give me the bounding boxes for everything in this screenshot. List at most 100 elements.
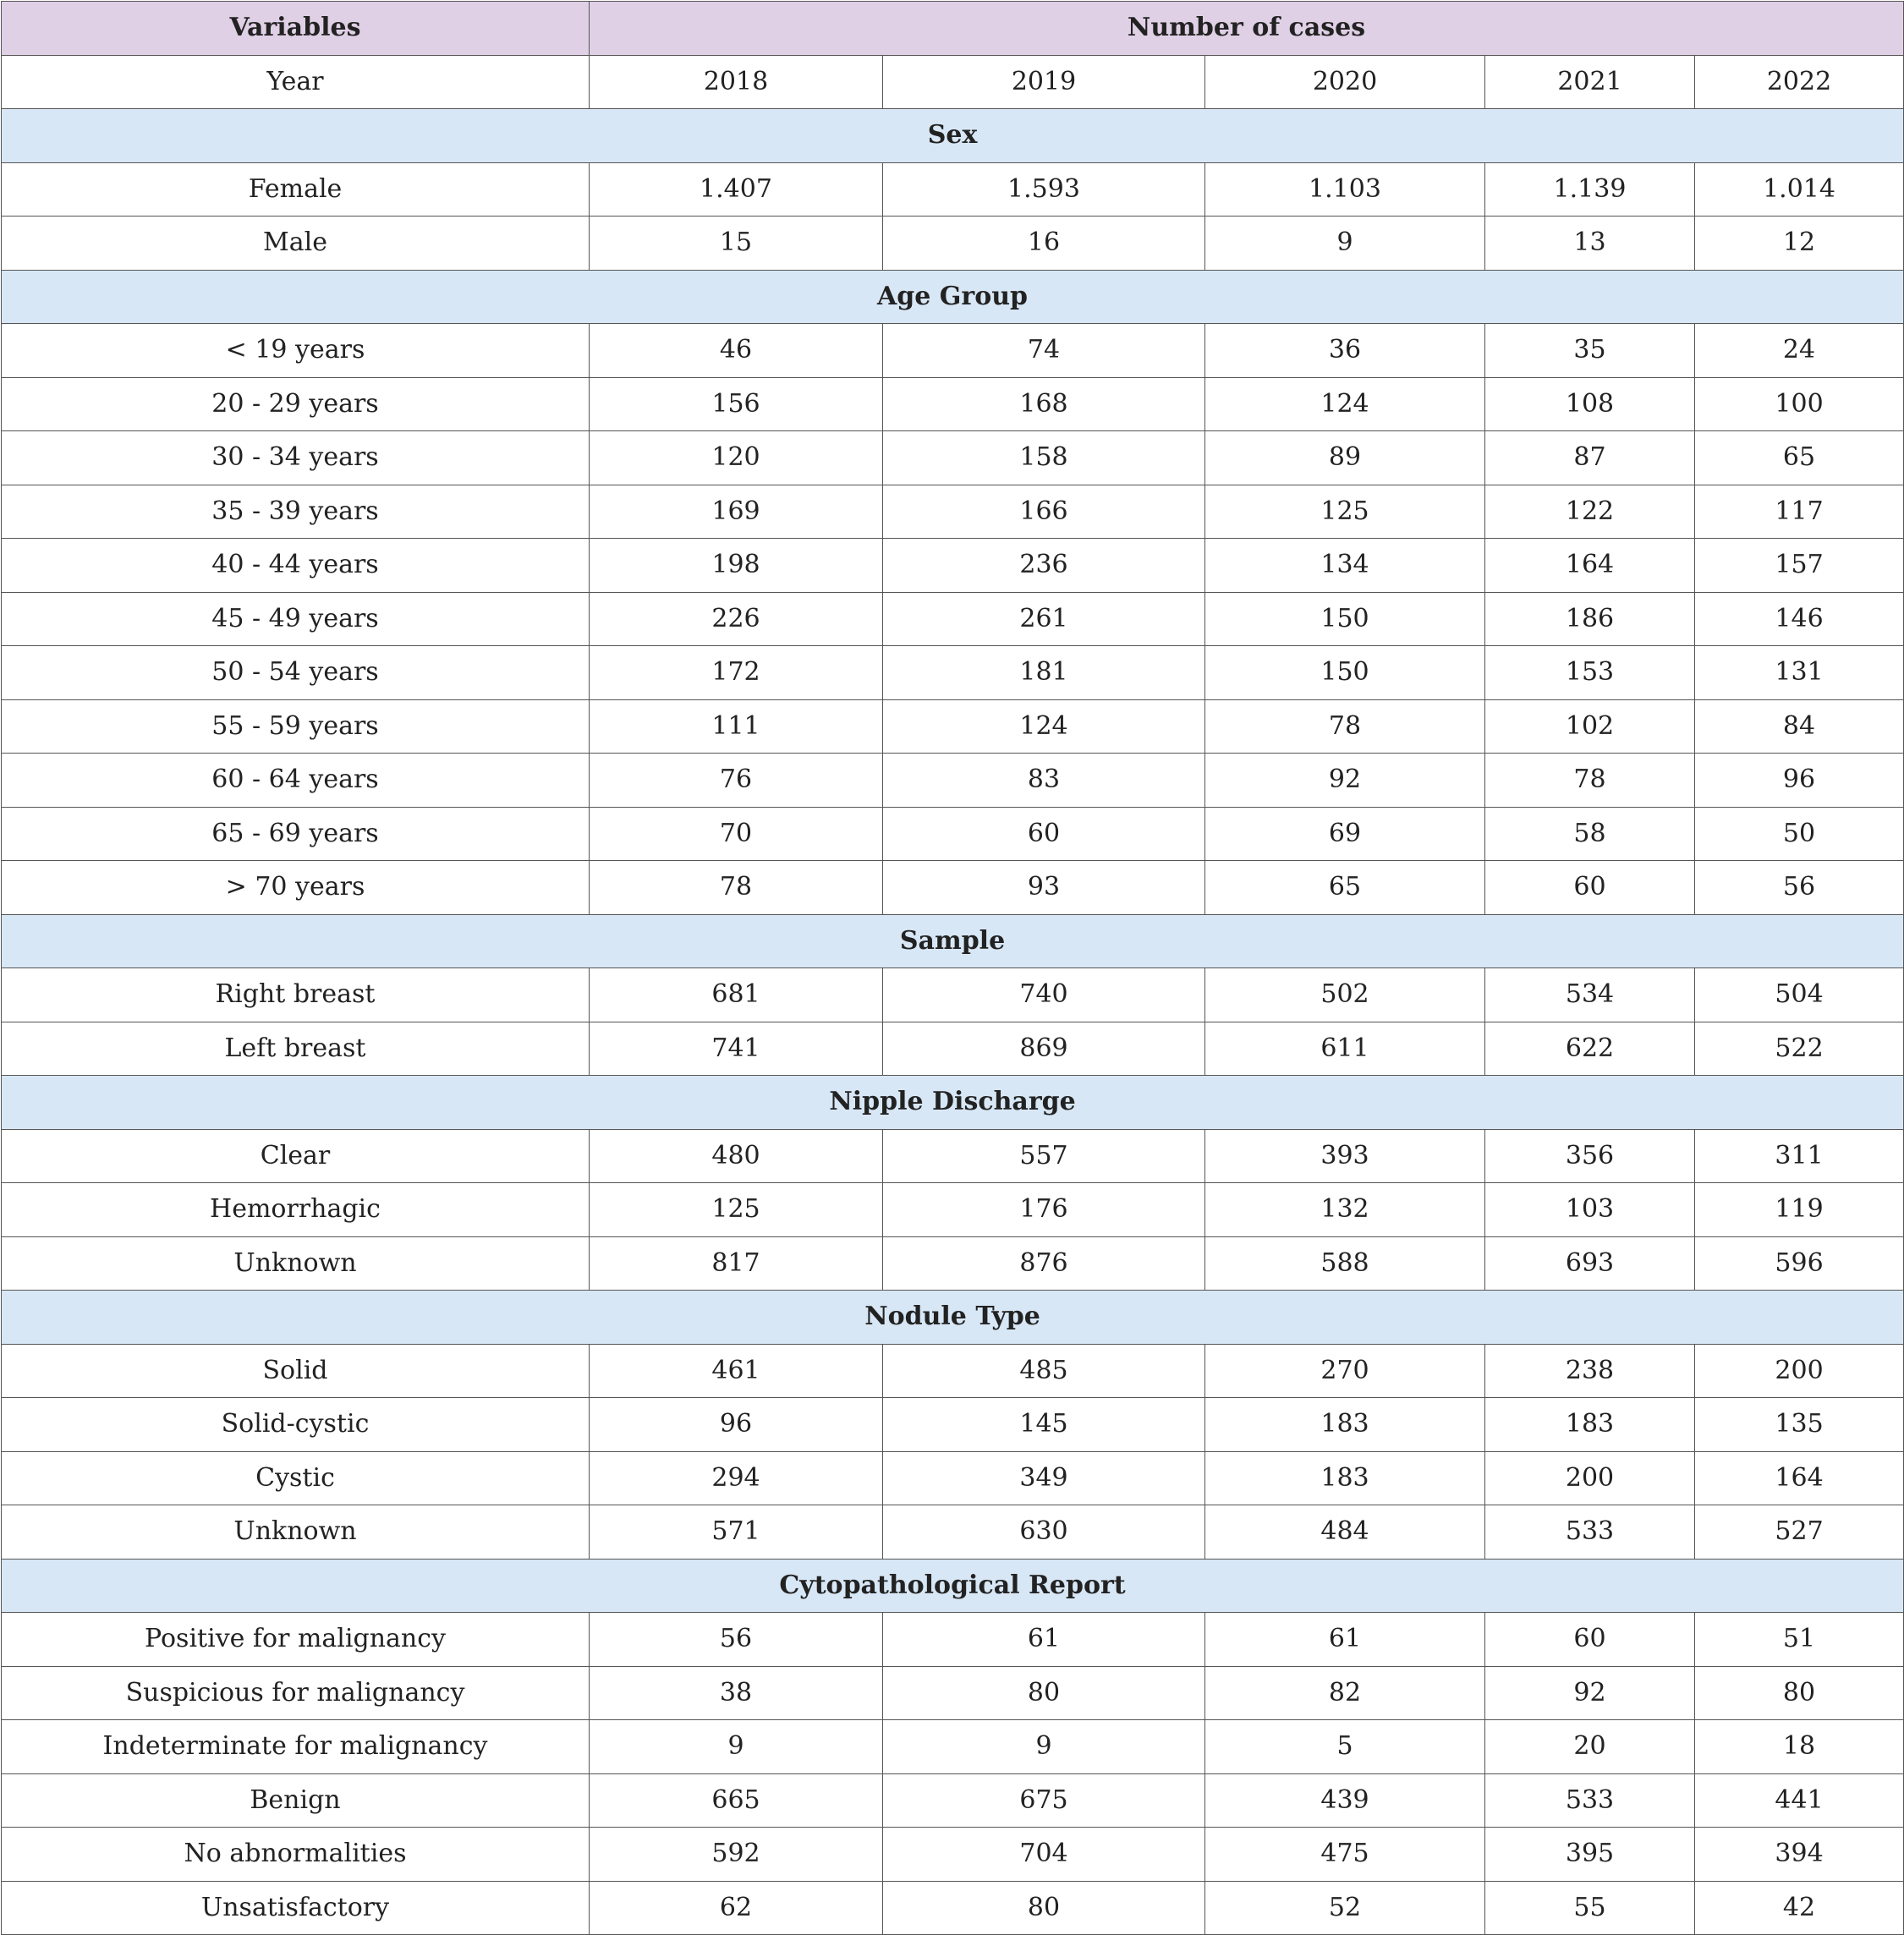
year-label: Year (1, 54, 590, 109)
table-body: Variables Number of cases Year 2018 2019… (0, 1, 1904, 1935)
section-header-row: Age Group (0, 269, 1904, 324)
value-cell: 502 (1204, 968, 1485, 1022)
value-cell: 200 (1693, 1343, 1904, 1398)
value-cell: 92 (1484, 1665, 1695, 1720)
value-cell: 533 (1484, 1505, 1695, 1560)
table-row: 20 - 29 years 156 168 124 108 100 (1, 376, 1904, 431)
value-cell: 588 (1204, 1236, 1485, 1291)
row-label: 30 - 34 years (1, 430, 590, 485)
year-cell: 2019 (882, 54, 1205, 109)
value-cell: 80 (882, 1880, 1205, 1935)
value-cell: 1.103 (1204, 162, 1485, 217)
row-label: > 70 years (1, 860, 590, 915)
value-cell: 9 (1204, 216, 1485, 271)
table-row: 65 - 69 years 70 60 69 58 50 (1, 806, 1904, 861)
value-cell: 1.407 (589, 162, 883, 217)
value-cell: 134 (1204, 538, 1485, 593)
value-cell: 1.139 (1484, 162, 1695, 217)
row-label: < 19 years (1, 323, 590, 378)
table-row: Benign 665 675 439 533 441 (1, 1773, 1904, 1828)
value-cell: 111 (589, 699, 883, 754)
value-cell: 55 (1484, 1880, 1695, 1935)
value-cell: 42 (1693, 1880, 1904, 1935)
value-cell: 61 (1204, 1612, 1485, 1667)
value-cell: 146 (1693, 591, 1904, 646)
value-cell: 156 (589, 376, 883, 431)
row-label: No abnormalities (1, 1827, 590, 1882)
table-row: < 19 years 46 74 36 35 24 (1, 323, 1904, 378)
value-cell: 50 (1693, 806, 1904, 861)
table-row: Solid-cystic 96 145 183 183 135 (1, 1397, 1904, 1452)
value-cell: 60 (1484, 1612, 1695, 1667)
value-cell: 571 (589, 1505, 883, 1560)
value-cell: 24 (1693, 323, 1904, 378)
value-cell: 522 (1693, 1021, 1904, 1076)
section-header-row: Nipple Discharge (0, 1075, 1904, 1130)
value-cell: 158 (882, 430, 1205, 485)
value-cell: 102 (1484, 699, 1695, 754)
value-cell: 56 (1693, 860, 1904, 915)
value-cell: 60 (882, 806, 1205, 861)
table-row: 30 - 34 years 120 158 89 87 65 (1, 430, 1904, 485)
value-cell: 164 (1484, 538, 1695, 593)
row-label: Female (1, 162, 590, 217)
value-cell: 675 (882, 1773, 1205, 1828)
value-cell: 534 (1484, 968, 1695, 1022)
value-cell: 186 (1484, 591, 1695, 646)
value-cell: 69 (1204, 806, 1485, 861)
value-cell: 119 (1693, 1182, 1904, 1237)
value-cell: 60 (1484, 860, 1695, 915)
row-label: 55 - 59 years (1, 699, 590, 754)
table-row: Positive for malignancy 56 61 61 60 51 (1, 1612, 1904, 1667)
value-cell: 261 (882, 591, 1205, 646)
value-cell: 18 (1693, 1719, 1904, 1774)
table-row: Female 1.407 1.593 1.103 1.139 1.014 (1, 162, 1904, 217)
row-label: 45 - 49 years (1, 591, 590, 646)
row-label: Unknown (1, 1505, 590, 1560)
row-label: Suspicious for malignancy (1, 1665, 590, 1720)
row-label: Unsatisfactory (1, 1880, 590, 1935)
table-row: Unknown 817 876 588 693 596 (1, 1236, 1904, 1291)
value-cell: 153 (1484, 645, 1695, 700)
table-row: Clear 480 557 393 356 311 (1, 1128, 1904, 1183)
row-label: Right breast (1, 968, 590, 1022)
value-cell: 38 (589, 1665, 883, 1720)
value-cell: 108 (1484, 376, 1695, 431)
row-label: Benign (1, 1773, 590, 1828)
row-label: Male (1, 216, 590, 271)
value-cell: 504 (1693, 968, 1904, 1022)
value-cell: 176 (882, 1182, 1205, 1237)
section-header-row: Nodule Type (0, 1290, 1904, 1345)
value-cell: 630 (882, 1505, 1205, 1560)
value-cell: 596 (1693, 1236, 1904, 1291)
value-cell: 461 (589, 1343, 883, 1398)
value-cell: 124 (1204, 376, 1485, 431)
value-cell: 876 (882, 1236, 1205, 1291)
year-cell: 2018 (589, 54, 883, 109)
value-cell: 70 (589, 806, 883, 861)
value-cell: 100 (1693, 376, 1904, 431)
row-label: 65 - 69 years (1, 806, 590, 861)
table-row: 50 - 54 years 172 181 150 153 131 (1, 645, 1904, 700)
value-cell: 181 (882, 645, 1205, 700)
header-row: Variables Number of cases (1, 1, 1904, 56)
value-cell: 80 (1693, 1665, 1904, 1720)
value-cell: 172 (589, 645, 883, 700)
value-cell: 226 (589, 591, 883, 646)
section-title: Sample (0, 913, 1904, 968)
cases-table: Variables Number of cases Year 2018 2019… (0, 1, 1904, 1935)
value-cell: 356 (1484, 1128, 1695, 1183)
value-cell: 61 (882, 1612, 1205, 1667)
value-cell: 122 (1484, 484, 1695, 539)
value-cell: 200 (1484, 1450, 1695, 1505)
value-cell: 89 (1204, 430, 1485, 485)
row-label: 20 - 29 years (1, 376, 590, 431)
value-cell: 611 (1204, 1021, 1485, 1076)
section-title: Nipple Discharge (0, 1075, 1904, 1130)
value-cell: 741 (589, 1021, 883, 1076)
value-cell: 393 (1204, 1128, 1485, 1183)
year-cell: 2021 (1484, 54, 1695, 109)
value-cell: 103 (1484, 1182, 1695, 1237)
value-cell: 485 (882, 1343, 1205, 1398)
value-cell: 120 (589, 430, 883, 485)
